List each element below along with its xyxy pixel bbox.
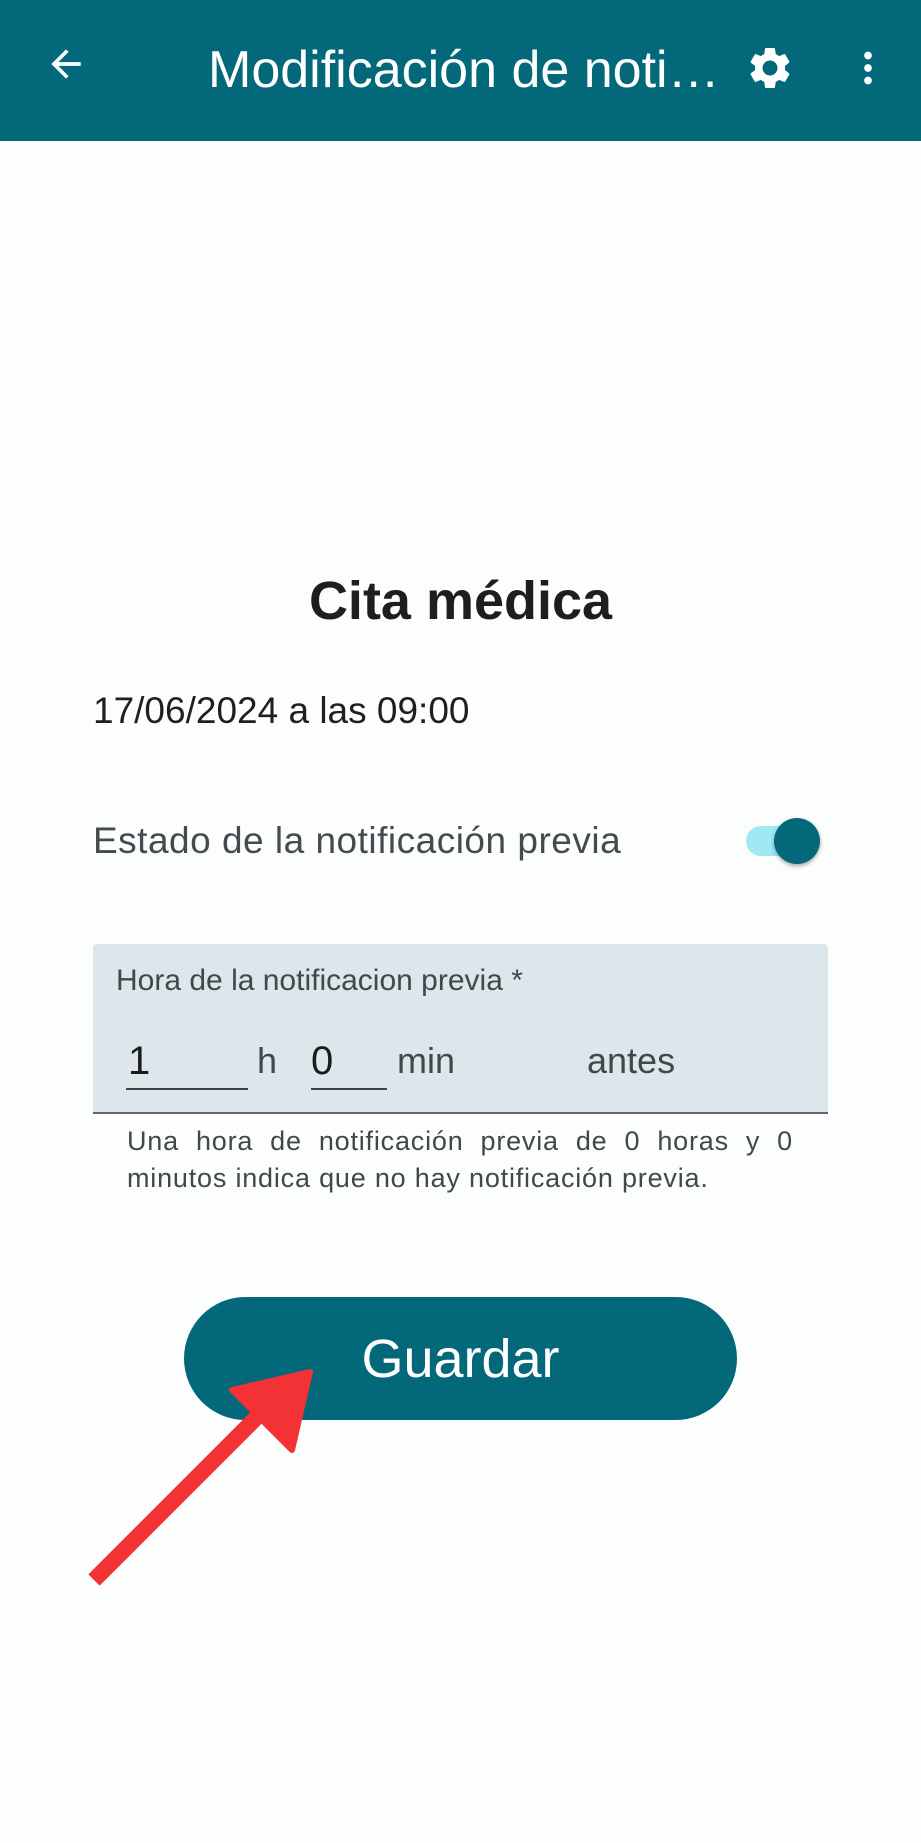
arrow-left-icon bbox=[51, 49, 81, 79]
notification-status-label: Estado de la notificación previa bbox=[93, 820, 622, 861]
helper-text: Una hora de notificación previa de 0 hor… bbox=[127, 1126, 793, 1193]
more-vert-icon bbox=[864, 51, 872, 85]
back-button[interactable] bbox=[40, 38, 92, 90]
settings-button[interactable] bbox=[742, 40, 798, 96]
event-datetime: 17/06/2024 a las 09:00 bbox=[93, 690, 470, 731]
app-bar: Modificación de noti… bbox=[0, 0, 921, 141]
minutes-input[interactable]: 0 bbox=[311, 1032, 387, 1090]
more-options-button[interactable] bbox=[846, 40, 890, 96]
toggle-thumb bbox=[774, 818, 820, 864]
red-arrow-pointer-icon bbox=[88, 1369, 313, 1586]
gear-icon bbox=[750, 47, 790, 88]
advance-time-label: Hora de la notificacion previa * bbox=[116, 964, 523, 997]
hours-input[interactable]: 1 bbox=[126, 1032, 248, 1090]
event-title: Cita médica bbox=[308, 571, 613, 631]
notification-status-toggle[interactable] bbox=[744, 816, 824, 868]
minutes-unit-label: min bbox=[397, 1040, 456, 1081]
page-title: Modificación de noti… bbox=[208, 41, 718, 99]
before-label: antes bbox=[587, 1040, 676, 1081]
hours-unit-label: h bbox=[257, 1040, 278, 1081]
advance-time-field: Hora de la notificacion previa * 1 h 0 m… bbox=[93, 944, 828, 1114]
